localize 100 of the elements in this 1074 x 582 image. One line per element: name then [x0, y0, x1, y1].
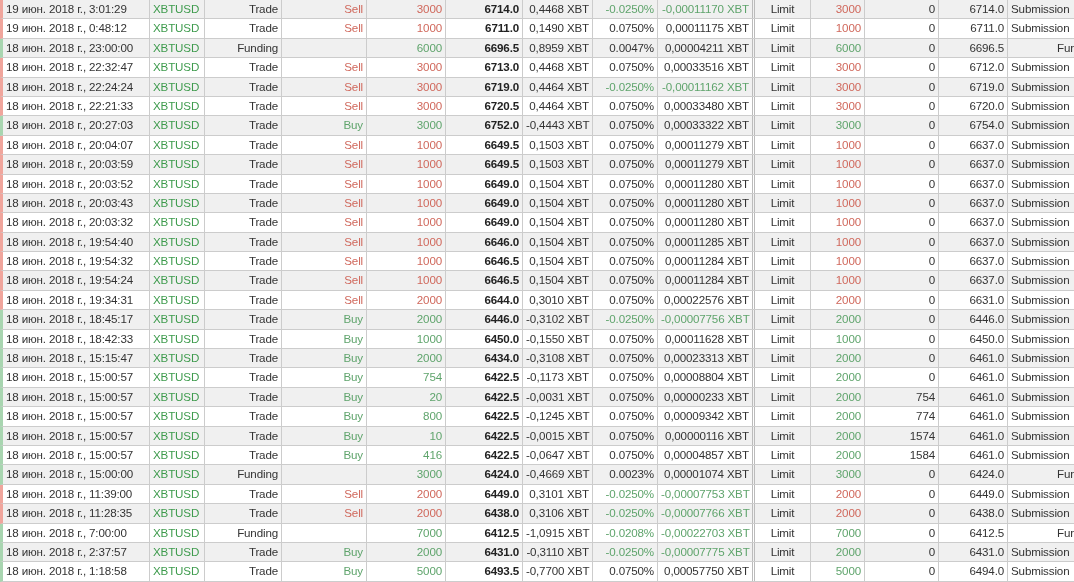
- table-cell: 6446.0: [939, 310, 1008, 329]
- table-cell: 18 июн. 2018 г., 20:27:03: [3, 116, 150, 135]
- table-cell: 2000: [367, 310, 446, 329]
- table-cell: XBTUSD: [150, 310, 205, 329]
- table-cell: Limit: [755, 523, 811, 542]
- table-cell: 6494.0: [939, 562, 1008, 581]
- table-cell: 0,1503 XBT: [523, 155, 593, 174]
- table-cell: 0.0750%: [593, 562, 658, 581]
- table-cell: 1000: [367, 155, 446, 174]
- table-cell-text: Submission: [1010, 408, 1071, 425]
- table-cell: 6714.0: [939, 0, 1008, 19]
- table-cell: 3000: [367, 77, 446, 96]
- table-cell: 2000: [811, 310, 865, 329]
- table-cell: 1000: [811, 155, 865, 174]
- table-cell: 1000: [811, 329, 865, 349]
- table-cell: 2000: [811, 446, 865, 465]
- table-cell: 19 июн. 2018 г., 0:48:12: [3, 19, 150, 38]
- table-cell: Sell: [344, 98, 363, 112]
- table-cell: 0,4464 XBT: [523, 77, 593, 96]
- table-cell: 6412.5: [939, 523, 1008, 542]
- table-cell: 3000: [367, 96, 446, 116]
- table-cell: 0.0750%: [593, 290, 658, 310]
- table-cell: 0: [865, 465, 939, 484]
- table-cell: Sell: [344, 60, 363, 74]
- table-cell: Limit: [755, 19, 811, 38]
- table-cell-text: Submission: [1010, 20, 1071, 37]
- table-cell: 18 июн. 2018 г., 20:03:59: [3, 155, 150, 174]
- table-cell: 6424.0: [446, 465, 523, 484]
- table-cell: XBTUSD: [150, 271, 205, 290]
- table-cell: 0.0750%: [593, 155, 658, 174]
- table-cell: 6450.0: [939, 329, 1008, 349]
- table-cell-text: Submission: [1010, 1, 1071, 17]
- table-cell: 19 июн. 2018 г., 3:01:29: [3, 0, 150, 19]
- table-cell: 6644.0: [446, 290, 523, 310]
- table-cell: 0: [865, 484, 939, 504]
- table-cell: 0: [865, 58, 939, 77]
- table-cell: Trade: [205, 484, 282, 504]
- table-cell: 6000: [367, 38, 446, 58]
- table-cell: -0,1245 XBT: [523, 407, 593, 426]
- table-cell: XBTUSD: [150, 368, 205, 387]
- table-cell: XBTUSD: [150, 174, 205, 193]
- table-cell-text: Submission: [1010, 291, 1071, 308]
- table-cell: 0: [865, 232, 939, 252]
- table-cell: Limit: [755, 310, 811, 329]
- table-cell: 18 июн. 2018 г., 20:04:07: [3, 135, 150, 155]
- table-cell: -0,0647 XBT: [523, 446, 593, 465]
- table-cell: 774: [865, 407, 939, 426]
- table-cell: 6438.0: [446, 504, 523, 523]
- table-cell: XBTUSD: [150, 446, 205, 465]
- table-cell: 0.0750%: [593, 58, 658, 77]
- table-cell: 416: [367, 446, 446, 465]
- table-cell: Buy: [343, 564, 363, 578]
- table-cell: 0: [865, 542, 939, 562]
- table-cell: 18 июн. 2018 г., 19:54:24: [3, 271, 150, 290]
- table-cell: Limit: [755, 368, 811, 387]
- table-cell: 0: [865, 0, 939, 19]
- table-cell: 0,1504 XBT: [523, 213, 593, 232]
- table-cell: Buy: [343, 428, 363, 442]
- table-cell-text: Submission: [1010, 117, 1071, 134]
- table-cell: 1000: [811, 19, 865, 38]
- table-cell: XBTUSD: [150, 349, 205, 368]
- table-cell: 0.0750%: [593, 232, 658, 252]
- table-cell: Limit: [755, 504, 811, 523]
- table-cell-text: Submission: [1010, 78, 1071, 95]
- table-cell: 0.0750%: [593, 96, 658, 116]
- table-cell: 3000: [367, 116, 446, 135]
- table-cell: 6422.5: [446, 426, 523, 445]
- table-cell: 0: [865, 19, 939, 38]
- table-cell: Sell: [344, 176, 363, 190]
- table-cell: 6646.0: [446, 232, 523, 252]
- table-cell: Sell: [344, 137, 363, 151]
- table-cell: Trade: [205, 271, 282, 290]
- table-cell: 3000: [811, 77, 865, 96]
- table-cell: 0.0750%: [593, 135, 658, 155]
- table-cell: -0,1550 XBT: [523, 329, 593, 349]
- table-cell-text: Submission: [1010, 97, 1071, 114]
- table-cell: XBTUSD: [150, 542, 205, 562]
- table-cell: Limit: [755, 213, 811, 232]
- table-cell-text: Submission: [1010, 214, 1071, 231]
- table-cell: Limit: [755, 232, 811, 252]
- table-cell: 1000: [811, 232, 865, 252]
- table-cell: Sell: [344, 195, 363, 209]
- table-cell: 800: [367, 407, 446, 426]
- table-cell: 0.0047%: [593, 38, 658, 58]
- table-cell: 6646.5: [446, 252, 523, 271]
- table-cell: 0,1504 XBT: [523, 193, 593, 213]
- table-cell: Buy: [343, 389, 363, 403]
- table-cell: 6424.0: [939, 465, 1008, 484]
- table-cell: 18 июн. 2018 г., 15:00:57: [3, 426, 150, 445]
- table-cell: Limit: [755, 349, 811, 368]
- table-cell: 6422.5: [446, 407, 523, 426]
- table-cell: 0: [865, 77, 939, 96]
- table-cell: 0,1504 XBT: [523, 174, 593, 193]
- table-cell: 6637.0: [939, 174, 1008, 193]
- table-cell: 6649.5: [446, 135, 523, 155]
- table-cell: XBTUSD: [150, 252, 205, 271]
- table-cell: Buy: [343, 312, 363, 326]
- table-cell: 6450.0: [446, 329, 523, 349]
- table-cell-text: Submission: [1010, 311, 1071, 328]
- table-cell: 6696.5: [446, 38, 523, 58]
